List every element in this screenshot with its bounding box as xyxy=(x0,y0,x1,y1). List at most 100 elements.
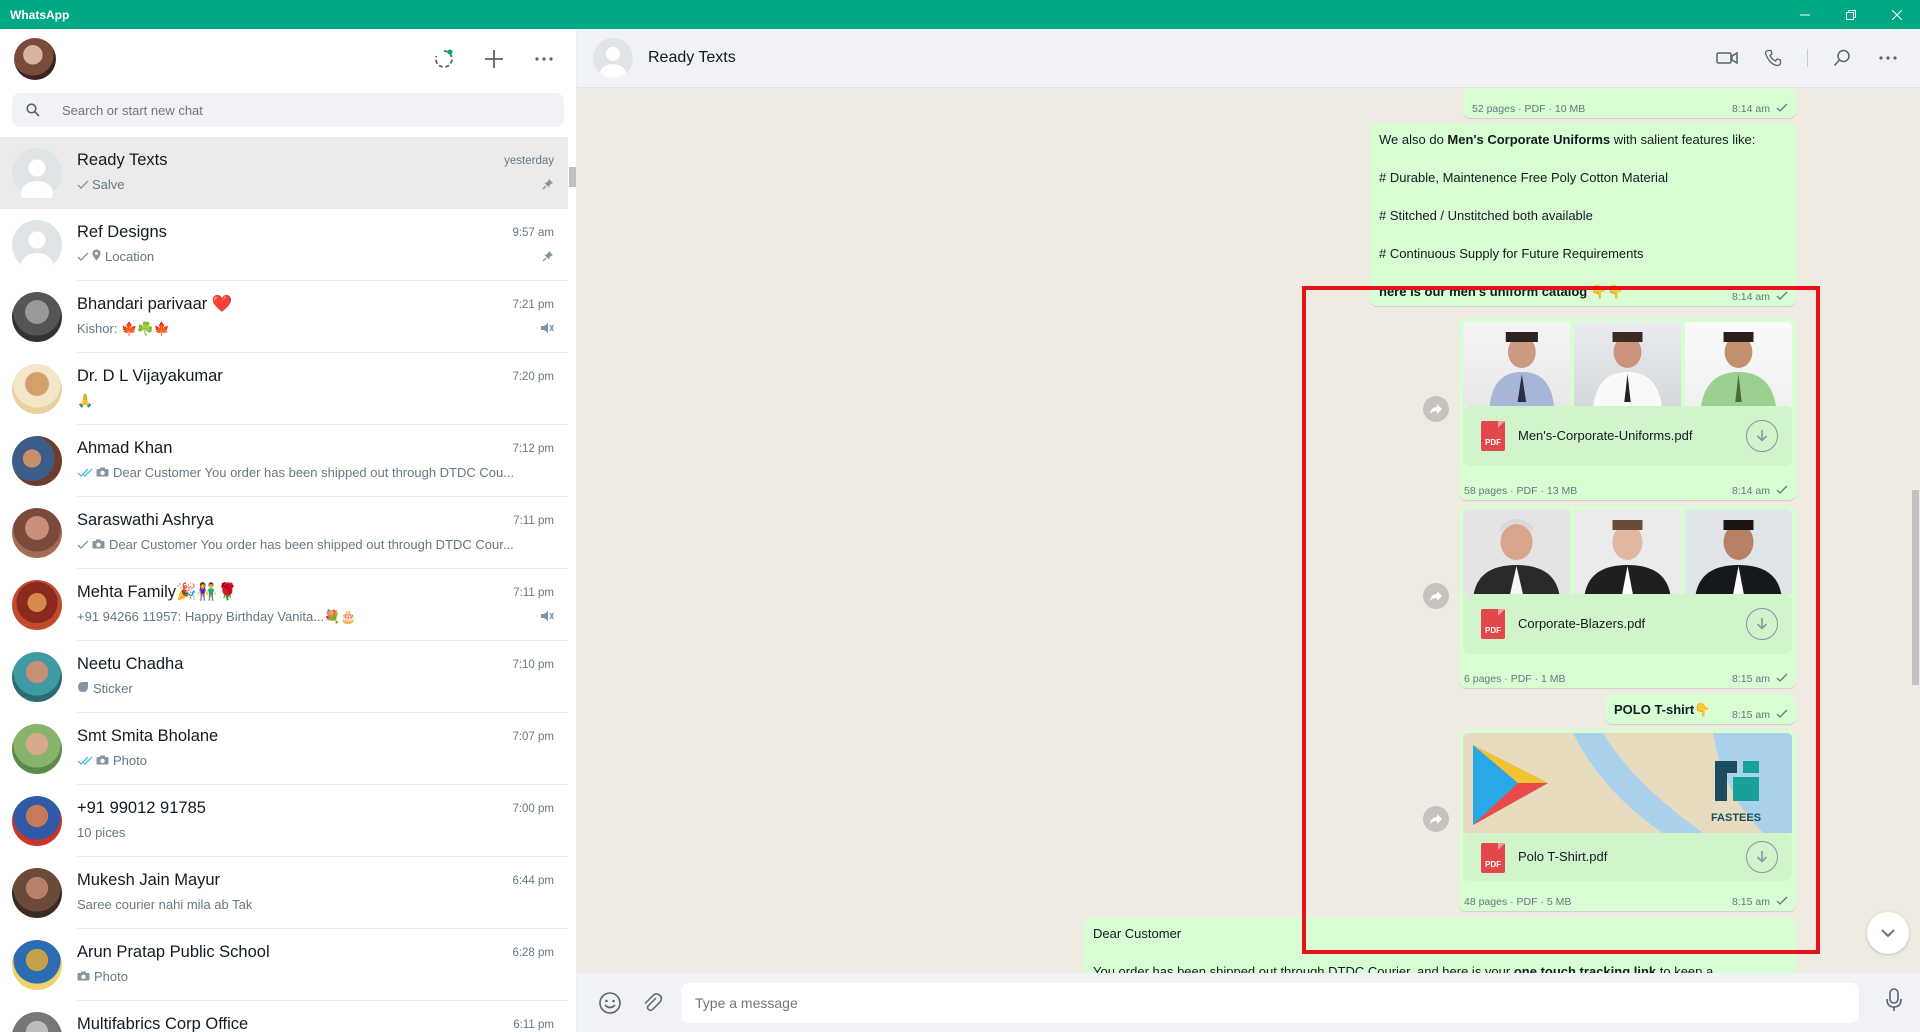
new-chat-button[interactable] xyxy=(476,41,512,77)
chat-preview: Photo xyxy=(77,969,128,984)
chat-avatar[interactable] xyxy=(12,724,62,774)
chat-preview-text: Sticker xyxy=(93,681,133,696)
voice-call-button[interactable] xyxy=(1755,40,1791,76)
restore-button[interactable] xyxy=(1828,0,1874,29)
chat-preview-text: 10 pices xyxy=(77,825,126,840)
chat-preview: Location xyxy=(77,249,154,264)
chat-preview-text: +91 94266 11957: Happy Birthday Vanita..… xyxy=(77,609,357,624)
sent-tick-icon xyxy=(1776,103,1788,112)
chat-list-item[interactable]: Arun Pratap Public School 6:28 pm Photo xyxy=(0,929,568,1001)
emoji-button[interactable] xyxy=(595,988,625,1018)
chat-name: Mehta Family🎉👫🌹 xyxy=(77,583,238,601)
sent-tick-icon xyxy=(77,180,89,189)
search-box[interactable] xyxy=(12,93,564,127)
chat-name: Ready Texts xyxy=(77,151,168,169)
chat-preview: Sticker xyxy=(77,681,133,696)
conversation-menu-button[interactable] xyxy=(1870,40,1906,76)
more-horizontal-icon xyxy=(535,56,553,61)
video-call-button[interactable] xyxy=(1709,40,1745,76)
close-window-button[interactable] xyxy=(1874,0,1920,29)
message-input[interactable] xyxy=(681,982,1859,1023)
camera-icon xyxy=(92,539,105,549)
search-messages-button[interactable] xyxy=(1824,40,1860,76)
contact-name[interactable]: Ready Texts xyxy=(648,49,736,67)
chat-list-item[interactable]: Ref Designs 9:57 am Location xyxy=(0,209,568,281)
chat-preview: Photo xyxy=(77,753,147,768)
voice-message-button[interactable] xyxy=(1886,988,1902,1017)
chat-list-item[interactable]: Neetu Chadha 7:10 pm Sticker xyxy=(0,641,568,713)
chat-time: 6:44 pm xyxy=(512,875,554,887)
contact-avatar[interactable] xyxy=(593,38,633,78)
chat-list-item[interactable]: Multifabrics Corp Office 6:11 pm xyxy=(0,1001,568,1032)
chat-preview-text: Kishor: 🍁☘️🍁 xyxy=(77,321,170,336)
chat-avatar[interactable] xyxy=(12,652,62,702)
message-line-1: We also do Men's Corporate Uniforms with… xyxy=(1379,132,1756,147)
chat-name: Ahmad Khan xyxy=(77,439,173,457)
conversation-header[interactable]: Ready Texts xyxy=(577,29,1920,88)
camera-icon xyxy=(96,467,109,477)
message-line-2: You order has been shipped out through D… xyxy=(1093,964,1714,973)
chat-list-item[interactable]: Bhandari parivaar ❤️ 7:21 pm Kishor: 🍁☘️🍁 xyxy=(0,281,568,353)
pin-icon xyxy=(542,249,554,267)
chat-list-item[interactable]: Smt Smita Bholane 7:07 pm Photo xyxy=(0,713,568,785)
chat-list-scrollbar[interactable] xyxy=(568,137,576,1032)
chat-avatar[interactable] xyxy=(12,1012,62,1032)
chat-name: Smt Smita Bholane xyxy=(77,727,219,745)
chat-time: 7:11 pm xyxy=(513,515,554,527)
chat-list-item[interactable]: Saraswathi Ashrya 7:11 pm Dear Customer Yo… xyxy=(0,497,568,569)
chat-avatar[interactable] xyxy=(12,436,62,486)
message-scrollbar[interactable] xyxy=(1911,88,1920,973)
chat-name: Arun Pratap Public School xyxy=(77,943,270,961)
pin-icon xyxy=(542,177,554,195)
menu-button[interactable] xyxy=(526,41,562,77)
chat-preview-text: Photo xyxy=(113,753,147,768)
chat-time: 7:10 pm xyxy=(512,659,554,671)
highlight-annotation xyxy=(1302,286,1820,954)
emoji-icon xyxy=(599,991,621,1014)
chat-preview-text: Dear Customer You order has been shipped… xyxy=(113,465,515,480)
chat-time: 6:28 pm xyxy=(512,947,554,959)
chat-avatar[interactable] xyxy=(12,364,62,414)
document-message-partial[interactable]: 52 pages · PDF · 10 MB 8:14 am xyxy=(1463,88,1796,118)
phone-icon xyxy=(1764,49,1782,67)
read-ticks-icon xyxy=(77,756,93,765)
chat-avatar[interactable] xyxy=(12,148,62,205)
muted-icon xyxy=(540,609,555,627)
status-icon xyxy=(435,49,453,68)
chat-list-item[interactable]: +91 99012 91785 7:00 pm 10 pices xyxy=(0,785,568,857)
chat-avatar[interactable] xyxy=(12,220,62,277)
my-profile-avatar[interactable] xyxy=(14,37,56,80)
chat-time: 7:21 pm xyxy=(512,299,554,311)
search-input[interactable] xyxy=(62,102,502,118)
conversation-panel: Ready Texts 52 pages · PDF · 10 MB 8:14 … xyxy=(577,29,1920,1032)
sticker-icon xyxy=(78,682,88,692)
minimize-button[interactable] xyxy=(1782,0,1828,29)
status-button[interactable] xyxy=(426,41,462,77)
message-line-2: # Durable, Maintenence Free Poly Cotton … xyxy=(1379,170,1669,185)
chat-preview-text: Saree courier nahi mila ab Tak xyxy=(77,897,253,912)
chat-avatar[interactable] xyxy=(12,796,62,846)
chat-avatar[interactable] xyxy=(12,580,62,630)
chat-list-item[interactable]: Ahmad Khan 7:12 pm Dear Customer You order… xyxy=(0,425,568,497)
chat-name: Mukesh Jain Mayur xyxy=(77,871,221,889)
chat-preview: Salve xyxy=(77,177,125,192)
scroll-to-bottom-button[interactable] xyxy=(1867,912,1909,954)
chat-name: Neetu Chadha xyxy=(77,655,184,673)
camera-icon xyxy=(77,971,90,981)
chat-avatar[interactable] xyxy=(12,292,62,342)
attach-button[interactable] xyxy=(637,988,667,1018)
chat-time: 7:00 pm xyxy=(512,803,554,815)
chat-avatar[interactable] xyxy=(12,508,62,558)
chat-name: Ref Designs xyxy=(77,223,167,241)
chat-list-item[interactable]: Mehta Family🎉👫🌹 7:11 pm +91 94266 11957: H… xyxy=(0,569,568,641)
chat-preview: Dear Customer You order has been shipped… xyxy=(77,537,514,552)
chat-avatar[interactable] xyxy=(12,940,62,990)
microphone-icon xyxy=(1886,988,1902,1011)
chat-avatar[interactable] xyxy=(12,868,62,918)
chat-list-item[interactable]: Ready Texts yesterday Salve xyxy=(0,137,568,209)
video-camera-icon xyxy=(1716,51,1738,65)
chat-list-item[interactable]: Mukesh Jain Mayur 6:44 pm Saree courier na… xyxy=(0,857,568,929)
text-message[interactable]: We also do Men's Corporate Uniforms with… xyxy=(1370,123,1796,306)
chat-list-item[interactable]: Dr. D L Vijayakumar 7:20 pm 🙏 xyxy=(0,353,568,425)
chat-preview: +91 94266 11957: Happy Birthday Vanita..… xyxy=(77,609,356,625)
